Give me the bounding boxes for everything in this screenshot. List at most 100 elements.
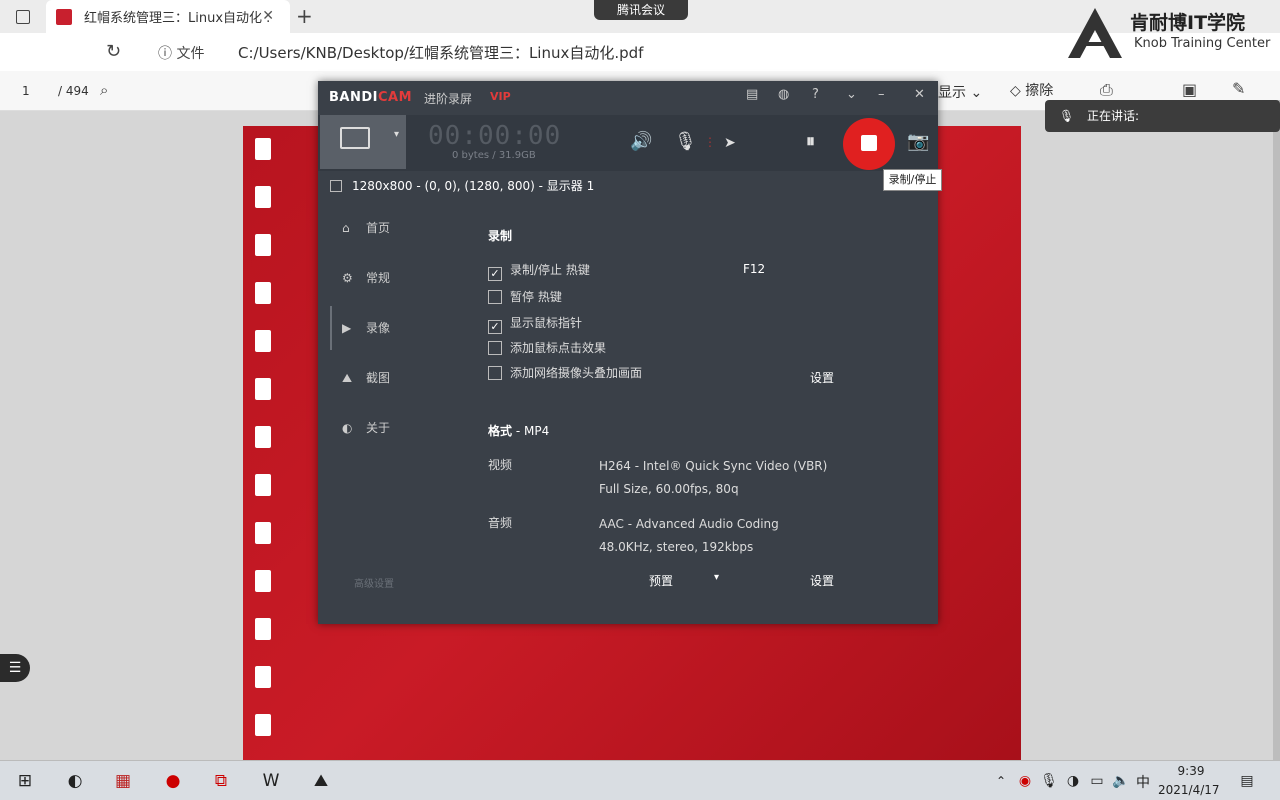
microphone-icon[interactable]: 🎙: [674, 131, 697, 152]
microphone-icon: 🎙: [1059, 109, 1075, 123]
url-field[interactable]: C:/Users/KNB/Desktop/红帽系统管理三：Linux自动化.pd…: [238, 42, 643, 63]
option-hotkey[interactable]: ✓ 录制/停止 热键: [488, 261, 590, 281]
page-total: / 494: [58, 84, 89, 98]
meeting-indicator[interactable]: 腾讯会议: [594, 0, 688, 20]
nav-home[interactable]: ⌂ 首页: [342, 219, 390, 236]
film-hole: [255, 426, 271, 448]
eraser-icon: ◇: [1010, 83, 1021, 99]
windows-start-icon[interactable]: ⊞: [14, 770, 36, 792]
speaker-icon[interactable]: 🔊: [630, 131, 652, 152]
hotkey-value[interactable]: F12: [743, 262, 765, 276]
webcam-settings-button[interactable]: 设置: [810, 369, 834, 386]
option-click-effect[interactable]: 添加鼠标点击效果: [488, 339, 606, 356]
video-label: 视频: [488, 458, 513, 472]
show-label: 显示: [938, 85, 966, 101]
pin-icon[interactable]: ✎: [1232, 79, 1245, 98]
scrollbar[interactable]: [1273, 100, 1280, 760]
option-webcam[interactable]: 添加网络摄像头叠加画面: [488, 364, 642, 381]
preset-button[interactable]: 预置: [649, 572, 673, 589]
edge-icon[interactable]: ◐: [64, 770, 86, 792]
audio-codec: AAC - Advanced Audio Coding: [599, 517, 779, 531]
qq-icon[interactable]: ◑: [1062, 770, 1084, 792]
volume-icon[interactable]: 🔈: [1110, 770, 1132, 792]
window-menu-icon[interactable]: [16, 10, 30, 24]
tab-title: 红帽系统管理三：Linux自动化 .: [84, 11, 271, 26]
option-show-cursor[interactable]: ✓ 显示鼠标指针: [488, 314, 582, 334]
checkbox[interactable]: [488, 366, 502, 380]
store-icon[interactable]: ▦: [112, 770, 134, 792]
nav-screenshot[interactable]: ⛰ 截图: [342, 369, 390, 386]
save-icon[interactable]: ▣: [1182, 80, 1197, 99]
option-pause-hotkey[interactable]: 暂停 热键: [488, 288, 562, 305]
checkbox[interactable]: [488, 290, 502, 304]
search-icon[interactable]: ⌕: [100, 81, 108, 99]
side-menu-button[interactable]: ☰: [0, 654, 30, 682]
record-tray-icon[interactable]: ◉: [1014, 770, 1036, 792]
nav-about[interactable]: ◐ 关于: [342, 419, 390, 436]
nav-video[interactable]: ▶ 录像: [342, 319, 390, 336]
ime-indicator[interactable]: 中: [1136, 772, 1150, 792]
info-icon: ◐: [342, 421, 353, 435]
new-tab-button[interactable]: +: [296, 4, 313, 28]
minimize-icon[interactable]: –: [878, 87, 885, 102]
reload-icon[interactable]: ↻: [106, 41, 121, 62]
close-icon[interactable]: ✕: [914, 87, 925, 102]
home-icon: ⌂: [342, 221, 350, 235]
camera-icon[interactable]: 📷: [907, 131, 929, 152]
option-label: 添加鼠标点击效果: [510, 341, 607, 355]
pause-icon[interactable]: ⏸: [806, 131, 815, 152]
bandicam-icon[interactable]: ●: [162, 770, 184, 792]
record-toolbar: ▾ 00:00:00 0 bytes / 31.9GB 🔊 🎙 ⋮ ➤ ⏸ 📷: [318, 115, 938, 171]
chevron-down-icon[interactable]: ⌄: [846, 87, 857, 102]
bandicam-logo: BANDICAM: [329, 90, 413, 105]
area-checkbox[interactable]: [330, 180, 342, 192]
section-record-title: 录制: [488, 229, 513, 243]
film-hole: [255, 522, 271, 544]
folder-icon[interactable]: ▤: [746, 87, 758, 102]
network-icon[interactable]: ▭: [1086, 770, 1108, 792]
film-hole: [255, 378, 271, 400]
screen-record-icon[interactable]: ⧉: [210, 770, 232, 792]
microphone-tray-icon[interactable]: 🎙: [1038, 770, 1060, 792]
vip-badge[interactable]: VIP: [490, 90, 511, 103]
nav-label: 截图: [366, 371, 391, 385]
file-info[interactable]: ⓘ 文件: [158, 43, 204, 63]
checkbox[interactable]: ✓: [488, 267, 502, 281]
record-area[interactable]: 1280x800 - (0, 0), (1280, 800) - 显示器 1: [330, 177, 594, 194]
print-icon[interactable]: ⎙: [1100, 80, 1113, 100]
checkbox[interactable]: [488, 341, 502, 355]
cursor-icon[interactable]: ➤: [724, 135, 736, 151]
stop-record-button[interactable]: [843, 118, 895, 170]
mode-label: 进阶录屏: [424, 92, 473, 106]
advanced-settings-link[interactable]: 高级设置: [354, 575, 394, 590]
image-icon: ⛰: [342, 371, 353, 385]
video-codec: H264 - Intel® Quick Sync Video (VBR): [599, 459, 828, 473]
browser-tab[interactable]: 红帽系统管理三：Linux自动化 . ✕: [46, 0, 290, 33]
word-icon[interactable]: W: [260, 770, 282, 792]
nav-label: 录像: [366, 321, 391, 335]
page-number-input[interactable]: 1: [22, 84, 30, 98]
film-hole: [255, 282, 271, 304]
format-settings-button[interactable]: 设置: [810, 572, 834, 589]
clock-date[interactable]: 2021/4/17: [1158, 783, 1220, 797]
film-hole: [255, 330, 271, 352]
chevron-down-icon: ▾: [394, 129, 400, 140]
screen-mode-button[interactable]: ▾: [320, 115, 406, 169]
help-icon[interactable]: ?: [812, 87, 819, 102]
chevron-up-icon[interactable]: ⌃: [990, 770, 1012, 792]
nav-general[interactable]: ⚙ 常规: [342, 269, 390, 286]
show-dropdown[interactable]: 显示 ⌄: [938, 82, 982, 102]
clock-time[interactable]: 9:39: [1168, 764, 1214, 778]
tooltip: 录制/停止: [883, 169, 942, 191]
erase-button[interactable]: ◇ 擦除: [1010, 80, 1053, 100]
photos-icon[interactable]: ⛰: [310, 770, 332, 792]
audio-label: 音频: [488, 516, 513, 530]
chevron-down-icon[interactable]: ▾: [714, 572, 719, 583]
option-label: 录制/停止 热键: [510, 263, 590, 277]
lock-icon[interactable]: ◍: [778, 87, 789, 102]
notification-icon[interactable]: ▤: [1236, 770, 1258, 792]
close-tab-icon[interactable]: ✕: [262, 8, 274, 24]
film-hole: [255, 714, 271, 736]
checkbox[interactable]: ✓: [488, 320, 502, 334]
audio-params: 48.0KHz, stereo, 192kbps: [599, 540, 754, 554]
